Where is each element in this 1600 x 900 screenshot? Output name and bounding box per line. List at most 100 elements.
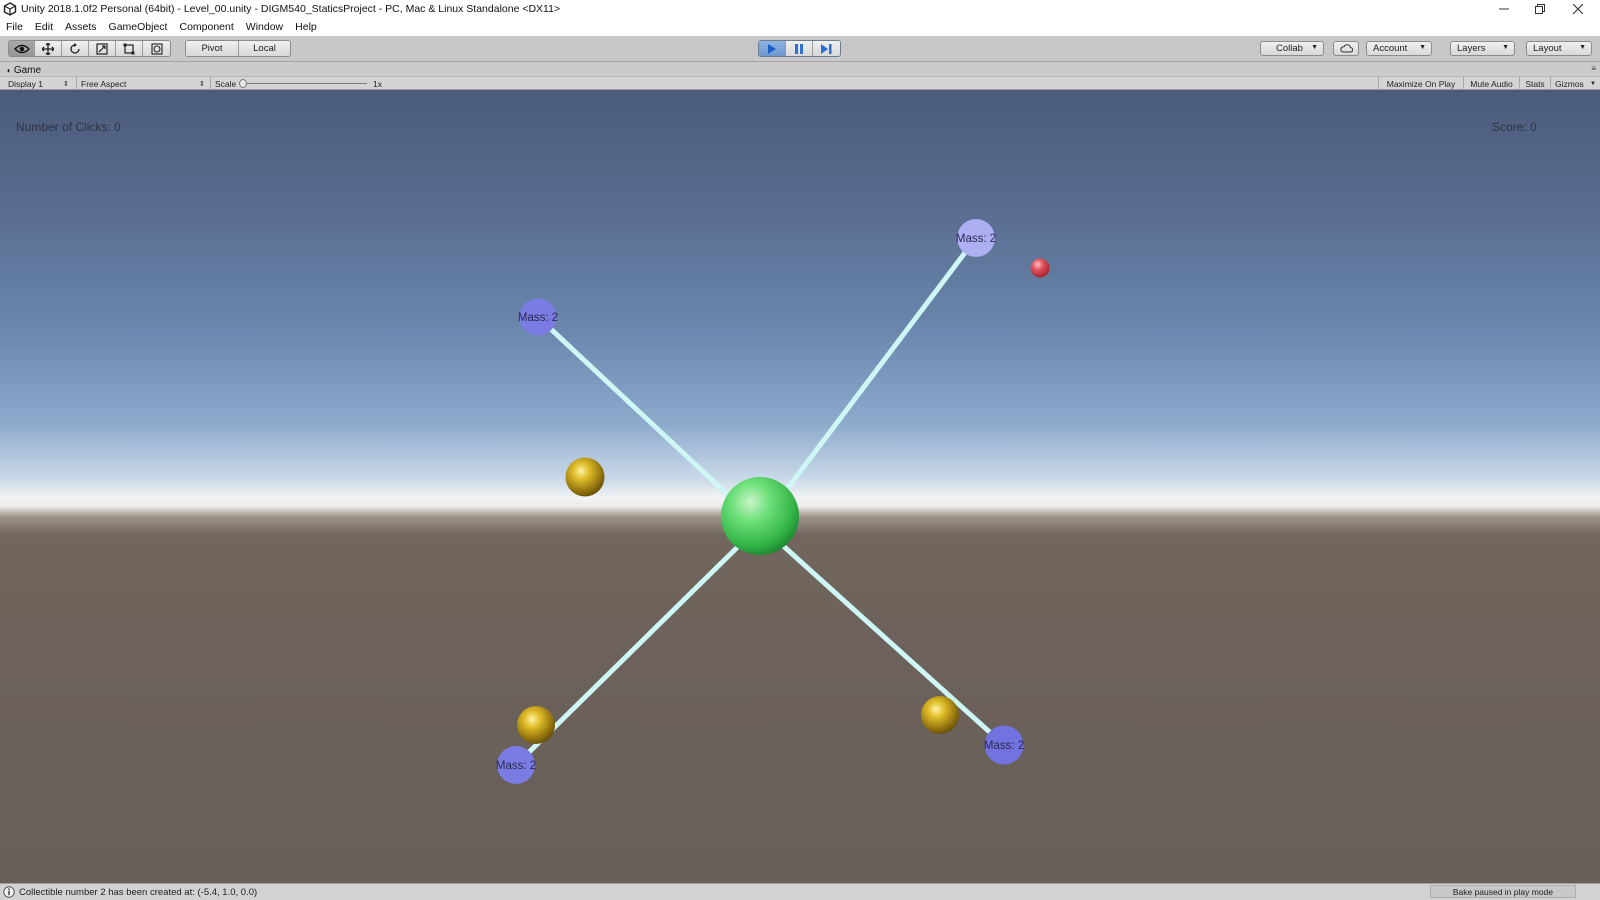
- scale-tool-button[interactable]: [89, 41, 116, 56]
- mute-audio-toggle[interactable]: Mute Audio: [1463, 77, 1519, 90]
- minimize-button[interactable]: [1486, 0, 1522, 18]
- red-ball[interactable]: [1030, 258, 1050, 278]
- game-tab-label: Game: [13, 64, 42, 76]
- scale-icon: [96, 42, 108, 55]
- rect-tool-button[interactable]: [116, 41, 143, 56]
- maximize-on-play-toggle[interactable]: Maximize On Play: [1378, 77, 1463, 90]
- rotate-tool-button[interactable]: [62, 41, 89, 56]
- main-toolbar: Pivot Local Collab ▼ Account ▼ Layers ▼ …: [0, 36, 1600, 62]
- collectible-gold-ball[interactable]: [921, 696, 959, 734]
- center-ball[interactable]: [721, 477, 799, 555]
- window-title: Unity 2018.1.0f2 Personal (64bit) - Leve…: [21, 3, 561, 15]
- menu-component[interactable]: Component: [179, 21, 233, 33]
- updown-caret-icon: ⇕: [199, 80, 205, 88]
- collab-dropdown[interactable]: Collab ▼: [1260, 41, 1324, 56]
- play-button[interactable]: [759, 41, 786, 56]
- account-label: Account: [1373, 43, 1408, 54]
- layers-dropdown[interactable]: Layers ▼: [1450, 41, 1515, 56]
- rect-tool-icon: [123, 43, 135, 54]
- stats-toggle[interactable]: Stats: [1519, 77, 1550, 90]
- display-dropdown[interactable]: Display 1 ⇕: [8, 77, 72, 90]
- mass-node-top-right[interactable]: Mass: 2: [956, 219, 996, 257]
- stats-label: Stats: [1525, 78, 1545, 89]
- title-bar: Unity 2018.1.0f2 Personal (64bit) - Leve…: [0, 0, 1600, 18]
- layout-label: Layout: [1533, 43, 1562, 54]
- mass-label: Mass: 2: [984, 740, 1024, 752]
- game-tab[interactable]: ◖ Game: [6, 64, 41, 76]
- cloud-button[interactable]: [1333, 41, 1359, 56]
- menu-window[interactable]: Window: [246, 21, 283, 33]
- game-scene: Mass: 2 Mass: 2 Mass: 2 Mass: 2: [496, 219, 1050, 784]
- menu-gameobject[interactable]: GameObject: [109, 21, 168, 33]
- chevron-down-icon: ▼: [1579, 44, 1586, 51]
- panel-menu-icon[interactable]: ≡: [1591, 64, 1596, 73]
- console-message[interactable]: Collectible number 2 has been created at…: [19, 887, 257, 898]
- restore-icon: [1535, 4, 1545, 14]
- bake-status-label: Bake paused in play mode: [1452, 886, 1553, 897]
- account-dropdown[interactable]: Account ▼: [1366, 41, 1432, 56]
- transform-icon: [150, 42, 163, 55]
- collectible-gold-ball[interactable]: [517, 706, 555, 744]
- rod-top-right: [757, 235, 979, 528]
- close-window-button[interactable]: [1560, 0, 1596, 18]
- playback-controls: [758, 40, 841, 57]
- play-icon: [768, 43, 776, 54]
- scale-slider-thumb[interactable]: [239, 79, 247, 88]
- game-viewport[interactable]: Number of Clicks: 0 Score: 0 Mass: 2 Mas…: [0, 90, 1600, 883]
- eye-icon: [13, 44, 30, 53]
- aspect-label: Free Aspect: [81, 78, 127, 89]
- move-tool-button[interactable]: [35, 41, 62, 56]
- mute-label: Mute Audio: [1470, 78, 1513, 89]
- chevron-down-icon: ▼: [1502, 44, 1509, 51]
- pivot-label: Pivot: [201, 43, 223, 54]
- aspect-dropdown[interactable]: Free Aspect ⇕: [76, 77, 208, 90]
- chevron-down-icon: ▼: [1311, 44, 1318, 51]
- pivot-button[interactable]: Pivot: [186, 41, 239, 56]
- step-button[interactable]: [813, 41, 840, 56]
- gizmos-dropdown[interactable]: Gizmos ▼: [1550, 77, 1598, 90]
- info-icon: [3, 886, 15, 898]
- mass-label: Mass: 2: [956, 233, 996, 245]
- layout-dropdown[interactable]: Layout ▼: [1526, 41, 1592, 56]
- transform-tool-button[interactable]: [143, 41, 170, 56]
- layers-label: Layers: [1457, 43, 1486, 54]
- scale-slider-track[interactable]: [239, 79, 367, 88]
- cloud-icon: [1339, 44, 1353, 53]
- menu-help[interactable]: Help: [295, 21, 317, 33]
- rod-bottom-right: [757, 522, 1007, 748]
- chevron-down-icon: ▼: [1590, 80, 1596, 87]
- rotate-icon: [70, 42, 80, 54]
- game-view-controls: Display 1 ⇕ Free Aspect ⇕ Scale 1x Maxim…: [0, 76, 1600, 90]
- collectible-gold-ball[interactable]: [565, 457, 605, 497]
- rod-top-left: [535, 314, 763, 528]
- minimize-icon: [1499, 8, 1509, 10]
- bake-status: Bake paused in play mode: [1429, 885, 1576, 898]
- gizmos-label: Gizmos: [1555, 78, 1584, 89]
- chevron-down-icon: ▼: [1419, 44, 1426, 51]
- maximize-label: Maximize On Play: [1386, 78, 1456, 89]
- scale-label: Scale: [215, 78, 237, 89]
- pacman-game-icon: ◖: [6, 65, 11, 75]
- updown-caret-icon: ⇕: [63, 80, 69, 88]
- local-label: Local: [253, 43, 276, 54]
- step-icon: [821, 43, 832, 54]
- status-bar: Collectible number 2 has been created at…: [0, 883, 1600, 900]
- menu-file[interactable]: File: [6, 21, 23, 33]
- collab-label: Collab: [1276, 43, 1303, 54]
- pivot-local-toggle: Pivot Local: [185, 40, 291, 57]
- restore-button[interactable]: [1522, 0, 1558, 18]
- scale-control: Scale 1x: [210, 77, 390, 90]
- mass-label: Mass: 2: [496, 760, 536, 772]
- menu-edit[interactable]: Edit: [35, 21, 53, 33]
- move-arrows-icon: [42, 42, 54, 55]
- game-panel-header: ◖ Game ≡ Display 1 ⇕ Free Aspect ⇕ Scale…: [0, 62, 1600, 90]
- transform-tools: [8, 40, 171, 57]
- menu-assets[interactable]: Assets: [65, 21, 97, 33]
- unity-logo-icon: [3, 2, 17, 16]
- view-tool-button[interactable]: [9, 41, 35, 56]
- display-label: Display 1: [8, 78, 43, 89]
- mass-label: Mass: 2: [518, 312, 558, 324]
- local-button[interactable]: Local: [239, 41, 290, 56]
- scale-value: 1x: [373, 78, 382, 89]
- pause-button[interactable]: [786, 41, 813, 56]
